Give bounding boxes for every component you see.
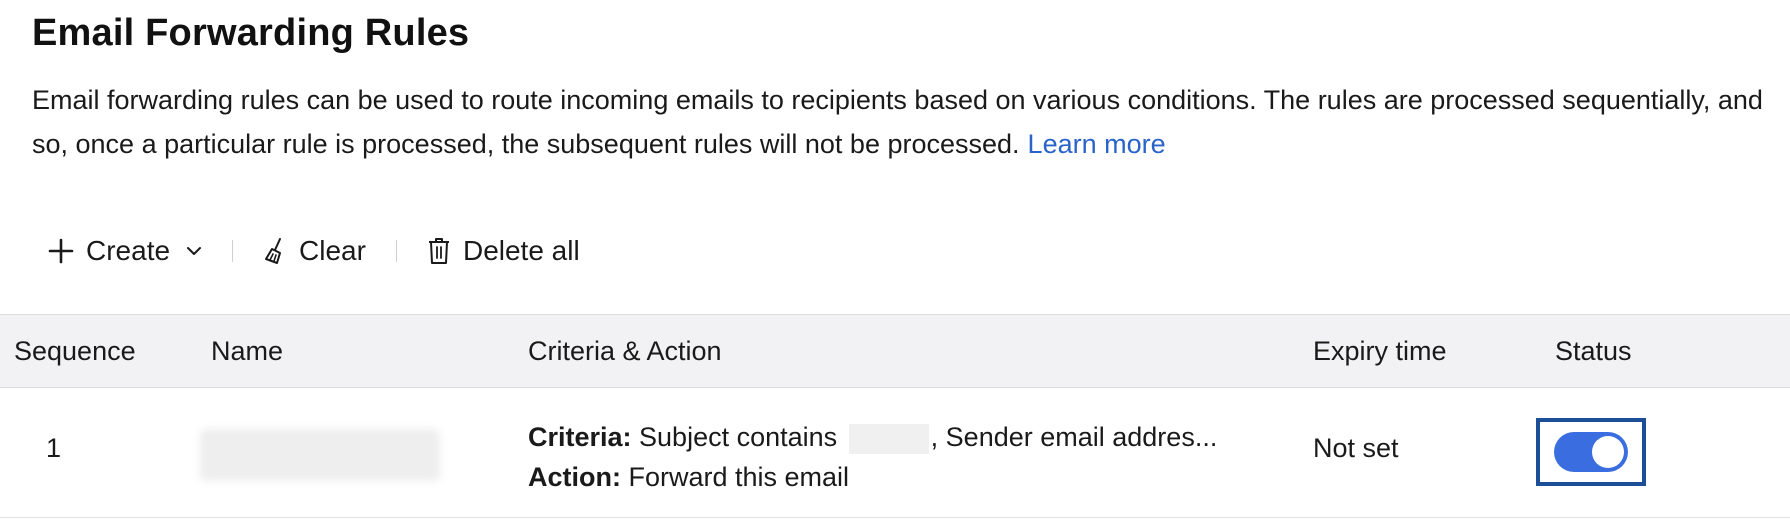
page: Email Forwarding Rules Email forwarding …	[0, 0, 1790, 532]
rule-expiry: Not set	[1313, 433, 1399, 463]
rule-criteria: Criteria: Subject contains , Sender emai…	[528, 417, 1217, 457]
table-row[interactable]: 1 Criteria: Subject contains , Sender em…	[0, 387, 1790, 518]
broom-icon	[263, 237, 287, 265]
rule-name-redacted[interactable]	[200, 429, 440, 481]
column-header-expiry-time[interactable]: Expiry time	[1313, 315, 1447, 387]
action-label: Action:	[528, 462, 621, 492]
create-label: Create	[86, 235, 171, 266]
action-text: Forward this email	[620, 462, 850, 492]
clear-button[interactable]: Clear	[255, 226, 374, 276]
rule-action: Action: Forward this email	[528, 457, 1217, 497]
plus-icon	[48, 238, 74, 264]
delete-all-label: Delete all	[462, 235, 580, 266]
criteria-value-redacted	[848, 423, 929, 454]
criteria-text-after: , Sender email addres...	[930, 422, 1218, 452]
toolbar-divider	[232, 240, 234, 262]
toggle-knob	[1592, 436, 1624, 468]
toolbar: Create Clear Delete all	[40, 226, 588, 276]
status-toggle-focus[interactable]	[1536, 418, 1646, 486]
column-header-criteria-action[interactable]: Criteria & Action	[528, 315, 722, 387]
page-title: Email Forwarding Rules	[32, 12, 470, 54]
rule-criteria-action[interactable]: Criteria: Subject contains , Sender emai…	[528, 417, 1217, 497]
clear-label: Clear	[299, 235, 366, 266]
column-header-name[interactable]: Name	[211, 315, 283, 387]
toolbar-divider	[395, 240, 397, 262]
trash-icon	[427, 237, 451, 265]
criteria-label: Criteria:	[528, 422, 632, 452]
rule-sequence: 1	[46, 433, 62, 463]
create-button[interactable]: Create	[40, 226, 210, 276]
column-header-sequence[interactable]: Sequence	[14, 315, 136, 387]
table-header: Sequence Name Criteria & Action Expiry t…	[0, 314, 1790, 388]
chevron-down-icon	[186, 245, 202, 257]
page-description: Email forwarding rules can be used to ro…	[32, 78, 1782, 166]
status-toggle[interactable]	[1554, 432, 1628, 472]
delete-all-button[interactable]: Delete all	[419, 226, 588, 276]
criteria-text-before: Subject contains	[631, 422, 845, 452]
learn-more-link[interactable]: Learn more	[1028, 129, 1166, 159]
description-text: Email forwarding rules can be used to ro…	[32, 85, 1763, 159]
column-header-status[interactable]: Status	[1555, 315, 1632, 387]
